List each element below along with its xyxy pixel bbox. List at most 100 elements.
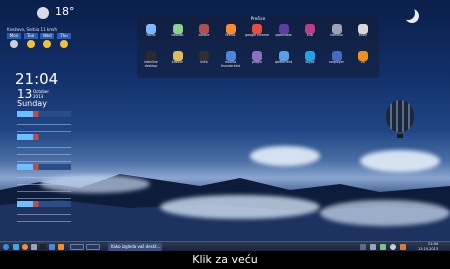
launcher-app[interactable]: mozilla thunderbird	[218, 51, 244, 75]
app-label: baobab	[171, 33, 184, 37]
task-button[interactable]: Kako izgleda vaš deskt...	[108, 243, 162, 251]
cloud	[360, 150, 440, 172]
clock-time: 21:04	[15, 70, 59, 88]
launcher-app[interactable]: vlc	[350, 51, 376, 75]
app-label: k3b	[307, 33, 313, 37]
balloon-basket	[397, 134, 403, 138]
moon	[401, 6, 415, 20]
app-label: kdesvn	[171, 60, 184, 64]
sun-icon	[59, 40, 68, 48]
cloudy-icon	[10, 40, 18, 48]
forecast-day-label: Tue	[23, 33, 38, 39]
app-label: gwenview	[275, 33, 292, 37]
app-label: pidgin	[252, 60, 262, 64]
forecast-day-label: Thu	[56, 33, 71, 39]
widget-panel: 18° Kneževo, Serbia 11 km/h Mon Tue Wed …	[3, 3, 75, 241]
monitor-line	[17, 210, 71, 215]
app-label: kcalc	[358, 33, 368, 37]
memory-graph	[17, 164, 71, 170]
media-icon[interactable]	[58, 244, 64, 250]
launcher-app[interactable]: home	[138, 24, 164, 48]
partly-sunny-icon	[26, 40, 35, 48]
app-label: google chrome	[245, 33, 269, 37]
taskbar-time: 21:04	[427, 242, 439, 246]
taskbar: Kako izgleda vaš deskt... 21:04 13.10.20…	[0, 241, 450, 251]
launcher-app[interactable]: google chrome	[244, 24, 270, 48]
network-graph	[17, 134, 71, 140]
disk-graph	[17, 201, 71, 207]
network-icon[interactable]	[360, 244, 366, 250]
mail-icon[interactable]	[49, 244, 55, 250]
app-label: mozilla thunderbird	[221, 60, 240, 68]
updates-icon[interactable]	[400, 244, 406, 250]
partly-sunny-icon	[43, 40, 52, 48]
taskbar-clock[interactable]: 21:04 13.10.2013	[418, 242, 438, 251]
app-label: krita	[200, 60, 208, 64]
launcher-app[interactable]: k3b	[297, 24, 323, 48]
taskbar-date: 13.10.2013	[418, 246, 439, 251]
clock-weekday: Sunday	[17, 99, 47, 108]
app-label: smplayer	[329, 60, 344, 64]
launcher-app[interactable]: calibre	[191, 24, 217, 48]
weather-location: Kneževo, Serbia 11 km/h	[7, 27, 58, 32]
settings-icon[interactable]	[31, 244, 37, 250]
caption-link[interactable]: Klik za veću	[0, 251, 450, 269]
desktop: 18° Kneževo, Serbia 11 km/h Mon Tue Wed …	[0, 0, 450, 251]
app-label: kdenlive desktop	[144, 60, 158, 68]
launcher-app[interactable]: skype	[297, 51, 323, 75]
launcher-app[interactable]: kdesvn	[165, 51, 191, 75]
app-label: vlc	[360, 60, 366, 64]
monitor-line	[17, 217, 71, 222]
monitor-line	[17, 157, 71, 162]
monitor-line	[17, 150, 71, 155]
app-label: skype	[305, 60, 315, 64]
cloud	[250, 146, 320, 166]
forecast-day: Tue	[23, 33, 38, 49]
app-label: firefox	[225, 33, 236, 37]
forecast-day: Wed	[40, 33, 55, 49]
app-label: qbittorrent	[274, 60, 293, 64]
monitor-line	[17, 187, 71, 192]
firefox-icon[interactable]	[22, 244, 28, 250]
monitor-line	[17, 194, 71, 199]
forecast-day-label: Mon	[7, 33, 21, 39]
hot-air-balloon	[386, 100, 414, 132]
dolphin-icon[interactable]	[13, 244, 19, 250]
launcher-app[interactable]: krita	[191, 51, 217, 75]
pager-icon[interactable]	[70, 244, 84, 250]
launcher-app[interactable]: kamoso	[324, 24, 350, 48]
quick-launch-panel: Prečice home baobab calibre firefox google c…	[137, 15, 379, 78]
monitor-line	[17, 173, 71, 178]
launcher-app[interactable]: kdenlive desktop	[138, 51, 164, 75]
volume-icon[interactable]	[370, 244, 376, 250]
launcher-app[interactable]: pidgin	[244, 51, 270, 75]
launcher-app[interactable]: kcalc	[350, 24, 376, 48]
launcher-title: Prečice	[250, 16, 266, 21]
pager-icon[interactable]	[86, 244, 100, 250]
system-monitor	[17, 111, 71, 233]
launcher-app[interactable]: baobab	[165, 24, 191, 48]
launcher-app[interactable]: smplayer	[324, 51, 350, 75]
monitor-line	[17, 180, 71, 185]
notifications-icon[interactable]	[390, 244, 396, 250]
weather-icon	[37, 7, 49, 19]
app-label: calibre	[198, 33, 210, 37]
terminal-icon[interactable]	[40, 244, 46, 250]
launcher-app[interactable]: firefox	[218, 24, 244, 48]
forecast-day: Thu	[56, 33, 71, 49]
forecast-day: Mon	[7, 33, 21, 49]
app-label: kamoso	[330, 33, 343, 37]
launcher-app[interactable]: gwenview	[271, 24, 297, 48]
cpu-graph	[17, 111, 71, 117]
forecast-day-label: Wed	[40, 33, 55, 39]
weather-temperature: 18°	[55, 5, 75, 18]
weather-forecast: Mon Tue Wed Thu	[7, 33, 71, 49]
monitor-line	[17, 143, 71, 148]
monitor-line	[17, 120, 71, 125]
launcher-app[interactable]: qbittorrent	[271, 51, 297, 75]
battery-icon[interactable]	[380, 244, 386, 250]
kde-menu-icon[interactable]	[3, 244, 9, 250]
clock-month-year: October 2013	[33, 89, 49, 99]
app-label: home	[146, 33, 156, 37]
cloud	[160, 195, 320, 219]
